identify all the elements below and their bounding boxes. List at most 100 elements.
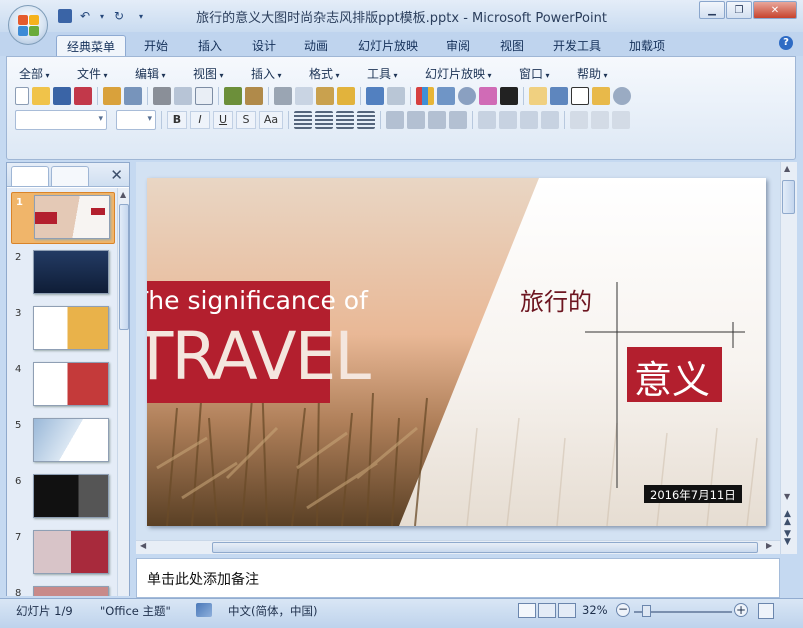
- undo-icon[interactable]: [366, 87, 384, 105]
- tab-animation[interactable]: 动画: [296, 35, 336, 56]
- english-title[interactable]: TRAVEL: [147, 318, 371, 395]
- slide-date[interactable]: 2016年7月11日: [650, 487, 736, 503]
- close-button[interactable]: ✕: [753, 1, 797, 19]
- table-icon[interactable]: [437, 87, 455, 105]
- bullets-icon[interactable]: [449, 111, 467, 129]
- tab-home[interactable]: 开始: [136, 35, 176, 56]
- chinese-title-box[interactable]: 意义: [634, 349, 710, 404]
- menu-tools[interactable]: 工具: [367, 65, 398, 82]
- language-indicator[interactable]: 中文(简体，中国): [228, 603, 317, 619]
- print-preview-icon[interactable]: [174, 87, 192, 105]
- underline-button[interactable]: U: [213, 111, 233, 129]
- italic-button[interactable]: I: [190, 111, 210, 129]
- tab-view[interactable]: 视图: [492, 35, 532, 56]
- justify-icon[interactable]: [357, 111, 375, 129]
- slide-horizontal-scrollbar[interactable]: ◀ ▶: [136, 540, 780, 554]
- grow-font-icon[interactable]: [478, 111, 496, 129]
- shadow-button[interactable]: S: [236, 111, 256, 129]
- menu-slideshow[interactable]: 幻灯片放映: [425, 65, 492, 82]
- scroll-left-icon[interactable]: ◀: [140, 541, 146, 550]
- menu-window[interactable]: 窗口: [519, 65, 550, 82]
- menu-file[interactable]: 文件: [77, 65, 108, 82]
- scroll-up-icon[interactable]: ▲: [120, 190, 126, 199]
- english-subtitle[interactable]: The significance of: [147, 286, 368, 315]
- slide-thumbnail[interactable]: 6: [11, 472, 115, 524]
- layout-icon[interactable]: [550, 87, 568, 105]
- shrink-font-icon[interactable]: [499, 111, 517, 129]
- notes-pane[interactable]: 单击此处添加备注: [136, 558, 780, 598]
- arrange-icon[interactable]: [612, 111, 630, 129]
- email-icon[interactable]: [103, 87, 121, 105]
- numbering-icon[interactable]: [428, 111, 446, 129]
- slide-thumbnail[interactable]: 1: [11, 192, 115, 244]
- line-spacing-icon[interactable]: [407, 111, 425, 129]
- text-direction-icon[interactable]: [570, 111, 588, 129]
- redo-icon[interactable]: [387, 87, 405, 105]
- slide-thumbnail[interactable]: 7: [11, 528, 115, 580]
- slide-thumbnail[interactable]: 2: [11, 248, 115, 300]
- scroll-thumb[interactable]: [212, 542, 758, 553]
- menu-edit[interactable]: 编辑: [135, 65, 166, 82]
- format-painter-icon[interactable]: [337, 87, 355, 105]
- notes-placeholder[interactable]: 单击此处添加备注: [147, 569, 259, 589]
- permission-icon[interactable]: [74, 87, 92, 105]
- scroll-up-icon[interactable]: ▲: [784, 164, 790, 173]
- new-slide-icon[interactable]: [529, 87, 547, 105]
- tab-slideshow[interactable]: 幻灯片放映: [352, 35, 424, 56]
- tab-addins[interactable]: 加载项: [622, 35, 672, 56]
- menu-all[interactable]: 全部: [19, 65, 50, 82]
- slide-thumbnail[interactable]: 3: [11, 304, 115, 356]
- zoom-level[interactable]: 32%: [582, 603, 608, 617]
- spelling-check-icon[interactable]: [196, 603, 212, 617]
- tab-classic-menu[interactable]: 经典菜单: [56, 35, 126, 56]
- columns-icon[interactable]: [386, 111, 404, 129]
- tab-design[interactable]: 设计: [244, 35, 284, 56]
- scroll-right-icon[interactable]: ▶: [766, 541, 772, 550]
- scroll-thumb[interactable]: [782, 180, 795, 214]
- cut-icon[interactable]: [274, 87, 292, 105]
- fit-to-window-icon[interactable]: [758, 603, 774, 619]
- scroll-down-icon[interactable]: ▼: [784, 492, 790, 501]
- spelling-icon[interactable]: [224, 87, 242, 105]
- menu-help[interactable]: 帮助: [577, 65, 608, 82]
- slide-canvas[interactable]: The significance of TRAVEL 旅行的 意义 2016年7…: [147, 178, 766, 526]
- print-icon[interactable]: [153, 87, 171, 105]
- theme-name[interactable]: "Office 主题": [100, 603, 171, 619]
- zoom-icon[interactable]: [613, 87, 631, 105]
- thumbnail-icon[interactable]: [195, 87, 213, 105]
- paste-icon[interactable]: [316, 87, 334, 105]
- tab-developer[interactable]: 开发工具: [546, 35, 608, 56]
- font-name-combo[interactable]: [15, 110, 107, 130]
- publish-icon[interactable]: [124, 87, 142, 105]
- scroll-thumb[interactable]: [119, 204, 129, 330]
- font-size-combo[interactable]: [116, 110, 156, 130]
- thumbnail-scrollbar[interactable]: ▲: [117, 188, 129, 596]
- menu-insert[interactable]: 插入: [251, 65, 282, 82]
- zoom-in-icon[interactable]: +: [734, 603, 748, 617]
- open-icon[interactable]: [32, 87, 50, 105]
- menu-view[interactable]: 视图: [193, 65, 224, 82]
- tab-slides[interactable]: [11, 166, 49, 186]
- color-scheme-icon[interactable]: [500, 87, 518, 105]
- align-center-icon[interactable]: [315, 111, 333, 129]
- previous-slide-icon[interactable]: ▲ ▲: [784, 510, 791, 527]
- zoom-slider-thumb[interactable]: [642, 605, 651, 617]
- slide-thumbnail[interactable]: 5: [11, 416, 115, 468]
- copy-icon[interactable]: [295, 87, 313, 105]
- decrease-indent-icon[interactable]: [520, 111, 538, 129]
- bold-button[interactable]: B: [167, 111, 187, 129]
- menu-format[interactable]: 格式: [309, 65, 340, 82]
- slide-vertical-scrollbar[interactable]: ▲ ▼ ▲ ▲ ▼ ▼: [780, 162, 797, 554]
- chart-icon[interactable]: [416, 87, 434, 105]
- save-icon[interactable]: [53, 87, 71, 105]
- zoom-out-icon[interactable]: −: [616, 603, 630, 617]
- change-case-button[interactable]: Aa: [259, 111, 283, 129]
- chinese-title-top[interactable]: 旅行的: [520, 282, 592, 317]
- slide-sorter-icon[interactable]: [538, 603, 556, 618]
- slide-thumbnail[interactable]: 4: [11, 360, 115, 412]
- next-slide-icon[interactable]: ▼ ▼: [784, 530, 791, 547]
- increase-indent-icon[interactable]: [541, 111, 559, 129]
- research-icon[interactable]: [245, 87, 263, 105]
- new-icon[interactable]: [15, 87, 29, 105]
- align-right-icon[interactable]: [336, 111, 354, 129]
